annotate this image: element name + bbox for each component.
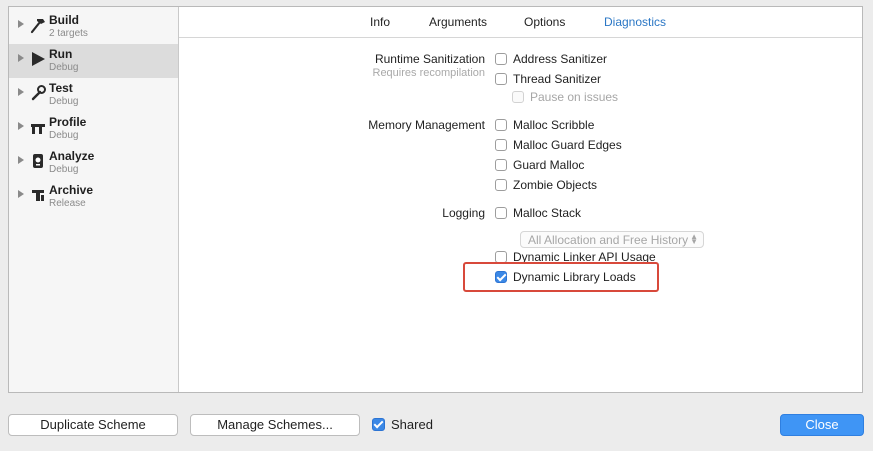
close-button[interactable]: Close: [780, 414, 864, 436]
memory-management-label: Memory Management: [368, 118, 485, 132]
sidebar-item-title: Test: [49, 81, 73, 95]
sidebar-item-profile[interactable]: Profile Debug: [9, 112, 178, 146]
sidebar-item-subtitle: Debug: [49, 96, 79, 107]
malloc-guard-edges-label: Malloc Guard Edges: [513, 138, 622, 152]
thread-sanitizer-label: Thread Sanitizer: [513, 72, 602, 86]
analyze-icon: [33, 154, 43, 168]
diagnostics-content: Runtime Sanitization Requires recompilat…: [179, 38, 862, 392]
tab-info[interactable]: Info: [370, 15, 390, 29]
guard-malloc-label: Guard Malloc: [513, 158, 585, 172]
disclosure-triangle-icon[interactable]: [18, 190, 24, 198]
sidebar-item-test[interactable]: Test Debug: [9, 78, 178, 112]
runtime-sanitization-label: Runtime Sanitization: [374, 52, 485, 66]
scheme-editor-panel: Build 2 targets Run Debug Test Debug Pro…: [8, 6, 863, 393]
malloc-guard-edges-checkbox[interactable]: [495, 139, 507, 151]
allocation-history-value: All Allocation and Free History: [528, 233, 689, 247]
address-sanitizer-checkbox[interactable]: [495, 53, 507, 65]
sidebar-item-build[interactable]: Build 2 targets: [9, 10, 178, 44]
address-sanitizer-label: Address Sanitizer: [513, 52, 608, 66]
tab-arguments[interactable]: Arguments: [429, 15, 487, 29]
malloc-stack-label: Malloc Stack: [513, 206, 582, 220]
allocation-history-popup: All Allocation and Free History ▲ ▼: [520, 231, 704, 248]
sidebar-item-analyze[interactable]: Analyze Debug: [9, 146, 178, 180]
wrench-icon: [31, 85, 46, 101]
requires-recompilation-note: Requires recompilation: [372, 67, 486, 79]
updown-chevron-icon: ▲ ▼: [690, 232, 698, 246]
sidebar-item-run[interactable]: Run Debug: [9, 44, 178, 78]
malloc-scribble-checkbox[interactable]: [495, 119, 507, 131]
sidebar-item-subtitle: Release: [49, 198, 86, 209]
scheme-actions-sidebar: Build 2 targets Run Debug Test Debug Pro…: [9, 7, 179, 392]
zombie-objects-checkbox[interactable]: [495, 179, 507, 191]
sidebar-item-title: Run: [49, 47, 73, 61]
disclosure-triangle-icon[interactable]: [18, 20, 24, 28]
instruments-icon: [31, 124, 45, 134]
tab-bar: Info Arguments Options Diagnostics: [179, 7, 862, 38]
sidebar-item-title: Build: [49, 13, 79, 27]
logging-label: Logging: [442, 206, 485, 220]
sidebar-item-title: Profile: [49, 115, 87, 129]
duplicate-scheme-button[interactable]: Duplicate Scheme: [8, 414, 178, 436]
sidebar-item-subtitle: Debug: [49, 164, 79, 175]
disclosure-triangle-icon[interactable]: [18, 156, 24, 164]
sidebar-item-title: Archive: [49, 183, 94, 197]
pause-on-issues-checkbox: [512, 91, 524, 103]
zombie-objects-label: Zombie Objects: [513, 178, 598, 192]
tab-options[interactable]: Options: [524, 15, 565, 29]
guard-malloc-checkbox[interactable]: [495, 159, 507, 171]
malloc-scribble-label: Malloc Scribble: [513, 118, 595, 132]
annotation-highlight-box: [463, 262, 659, 292]
disclosure-triangle-icon[interactable]: [18, 54, 24, 62]
manage-schemes-button[interactable]: Manage Schemes...: [190, 414, 360, 436]
pause-on-issues-label: Pause on issues: [530, 90, 619, 104]
sidebar-item-archive[interactable]: Archive Release: [9, 180, 178, 214]
hammer-icon: [30, 19, 45, 34]
disclosure-triangle-icon[interactable]: [18, 88, 24, 96]
sidebar-item-subtitle: Debug: [49, 130, 79, 141]
archive-icon: [32, 190, 44, 201]
thread-sanitizer-checkbox[interactable]: [495, 73, 507, 85]
play-icon: [32, 52, 45, 66]
sidebar-item-title: Analyze: [49, 149, 95, 163]
sidebar-item-subtitle: 2 targets: [49, 28, 88, 39]
shared-label: Shared: [391, 417, 433, 432]
shared-checkbox[interactable]: [372, 418, 385, 431]
disclosure-triangle-icon[interactable]: [18, 122, 24, 130]
malloc-stack-checkbox[interactable]: [495, 207, 507, 219]
tab-diagnostics[interactable]: Diagnostics: [604, 15, 666, 29]
sidebar-item-subtitle: Debug: [49, 62, 79, 73]
